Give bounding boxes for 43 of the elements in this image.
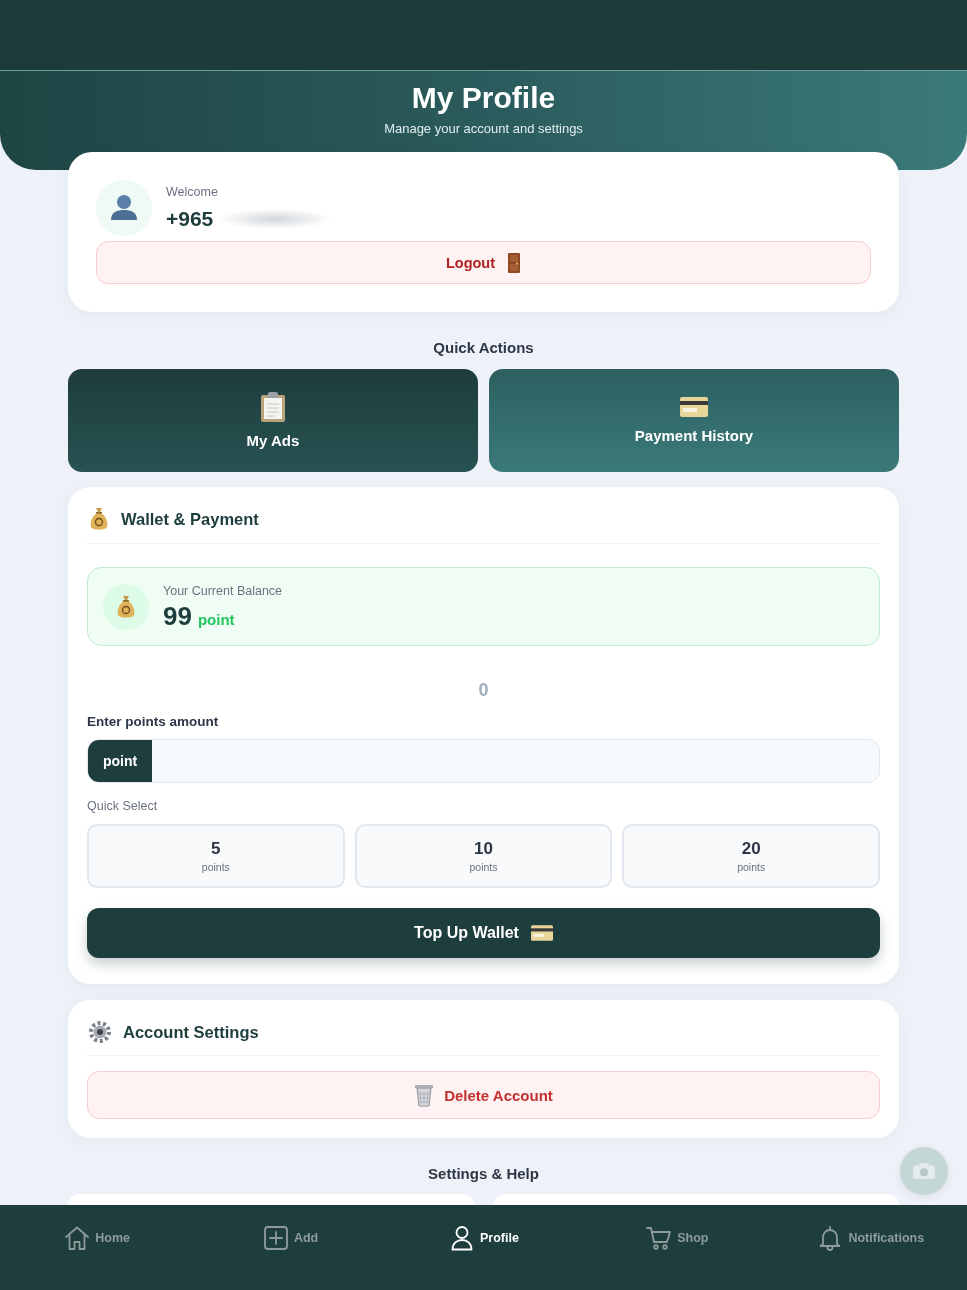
- home-icon: [63, 1224, 92, 1252]
- section-title: Settings & Help: [428, 1164, 539, 1184]
- amount-display: 0: [478, 679, 489, 701]
- quick-select-option[interactable]: 10 points: [354, 824, 613, 888]
- action-tile[interactable]: Payment History: [489, 369, 899, 472]
- points-input-field[interactable]: point: [87, 739, 880, 783]
- balance-label: Your Current Balance: [163, 582, 283, 599]
- money-bag-icon: [103, 583, 149, 630]
- floating-camera-button[interactable]: [900, 1147, 948, 1195]
- page-title: My Profile: [411, 80, 556, 116]
- credit-card-icon: [530, 925, 553, 941]
- page-subtitle: Manage your account and settings: [384, 121, 583, 137]
- clipboard-icon: [260, 391, 286, 422]
- plus-square-icon: [261, 1224, 290, 1252]
- camera-icon: [912, 1162, 936, 1180]
- quick-select-option[interactable]: 20 points: [622, 824, 880, 888]
- phone-number: +965: [166, 206, 214, 232]
- card-title: Wallet & Payment: [121, 509, 259, 530]
- field-label: Quick Select: [87, 798, 158, 814]
- nav-tab[interactable]: Shop: [643, 1221, 711, 1255]
- section-title: Quick Actions: [433, 338, 534, 358]
- logout-button[interactable]: Logout: [96, 241, 871, 284]
- top-up-button[interactable]: Top Up Wallet: [87, 908, 880, 958]
- action-tile[interactable]: My Ads: [68, 369, 478, 472]
- nav-tab[interactable]: Home: [61, 1221, 133, 1255]
- balance-amount: 99: [163, 600, 192, 631]
- balance-unit: point: [197, 610, 235, 629]
- quick-select-option[interactable]: 5 points: [87, 824, 345, 888]
- credit-card-icon: [680, 396, 708, 417]
- nav-tab[interactable]: Notifications: [814, 1221, 927, 1255]
- cart-icon: [645, 1224, 674, 1252]
- money-bag-icon: [89, 507, 109, 531]
- delete-account-button[interactable]: Delete Account: [87, 1071, 880, 1119]
- card-title: Account Settings: [123, 1022, 259, 1043]
- greeting-text: Welcome: [166, 184, 218, 200]
- avatar-icon: [96, 180, 152, 236]
- unit-prefix: point: [88, 740, 152, 782]
- field-label: Enter points amount: [87, 713, 219, 731]
- nav-tab[interactable]: Profile: [446, 1221, 521, 1255]
- trash-icon: [414, 1083, 435, 1107]
- nav-tab[interactable]: Add: [259, 1221, 321, 1255]
- door-icon: [507, 252, 522, 273]
- gear-icon: [89, 1021, 111, 1043]
